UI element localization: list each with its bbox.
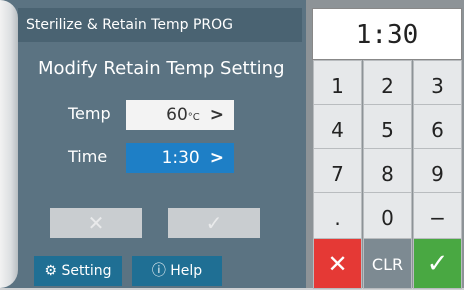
temp-unit: °C [187, 112, 200, 123]
key-decimal[interactable]: . [313, 192, 362, 243]
cancel-button[interactable]: ✕ [50, 208, 142, 238]
time-label: Time [68, 147, 108, 166]
setting-label: Setting [61, 263, 112, 279]
help-button[interactable]: ⓘ Help [132, 256, 222, 286]
clear-button[interactable]: CLR [363, 238, 412, 289]
gear-icon: ⚙ [44, 263, 57, 279]
key-0[interactable]: 0 [363, 192, 412, 243]
bezel-edge [0, 0, 18, 288]
temp-label: Temp [68, 104, 111, 123]
chevron-right-icon: > [209, 148, 224, 168]
temp-value: 60 [166, 105, 188, 125]
time-field[interactable]: 1:30 > [126, 143, 234, 173]
confirm-button[interactable]: ✓ [168, 208, 260, 238]
temp-field[interactable]: 60°C > [126, 100, 234, 130]
keypad-ok-button[interactable]: ✓ [413, 238, 462, 289]
chevron-right-icon: > [209, 105, 224, 125]
keypad-display: 1:30 [312, 8, 462, 60]
page-heading: Modify Retain Temp Setting [38, 58, 285, 79]
setting-button[interactable]: ⚙ Setting [34, 256, 122, 286]
program-title: Sterilize & Retain Temp PROG [18, 8, 302, 42]
question-icon: ⓘ [151, 263, 166, 279]
keypad-cancel-button[interactable]: ✕ [313, 238, 362, 289]
time-value: 1:30 [161, 148, 200, 168]
help-label: Help [170, 263, 203, 279]
key-minus[interactable]: − [413, 192, 462, 243]
device-screen: Sterilize & Retain Temp PROG Modify Reta… [0, 0, 464, 289]
